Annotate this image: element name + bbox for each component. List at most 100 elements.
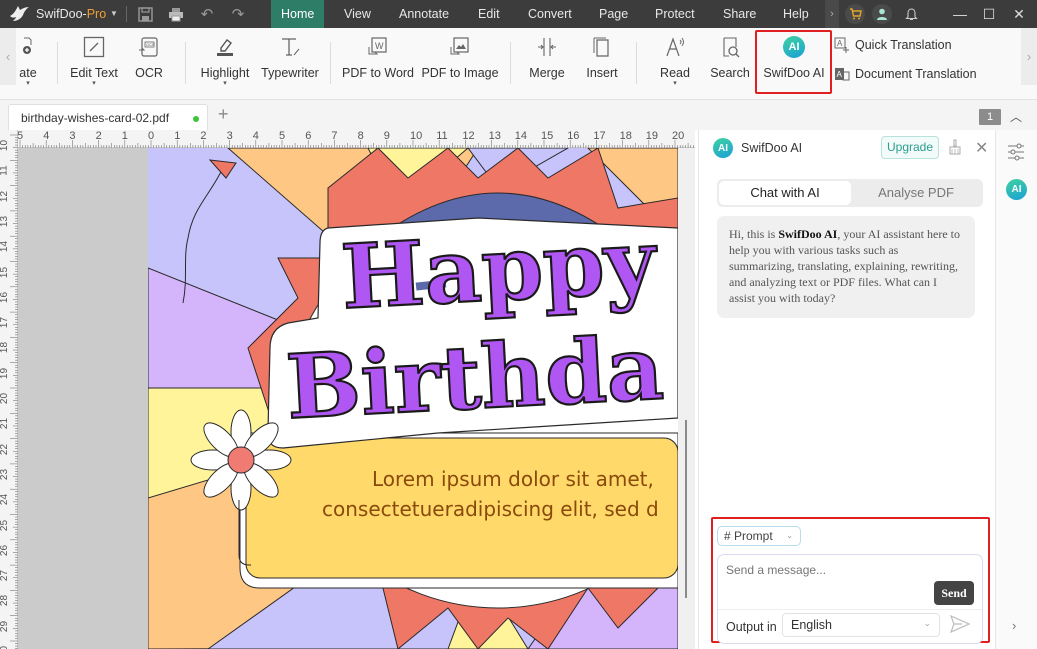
expand-chevron-right-icon[interactable]: › xyxy=(1012,618,1016,633)
menu-tab-edit[interactable]: Edit xyxy=(468,0,510,28)
ribbon-merge-button[interactable]: Merge xyxy=(527,34,567,94)
ribbon-ocr-button[interactable]: OCR OCR xyxy=(130,34,168,94)
collapse-ribbon-chevron-up-icon[interactable]: ︿ xyxy=(1010,108,1022,125)
ruler-tick-label: 17 xyxy=(593,130,606,142)
menu-tab-annotate[interactable]: Annotate xyxy=(389,0,459,28)
search-icon xyxy=(717,34,743,60)
ribbon-edit-text-button[interactable]: Edit Text ▾ xyxy=(66,34,122,94)
save-icon[interactable] xyxy=(136,5,154,23)
ai-assistant-panel: AI SwifDoo AI Upgrade ✕ Chat with AI Ana… xyxy=(698,130,995,649)
more-tabs-chevron-icon[interactable]: › xyxy=(825,0,839,28)
minimize-icon[interactable]: — xyxy=(945,0,975,28)
menu-tab-help[interactable]: Help xyxy=(773,0,819,28)
quick-translation-button[interactable]: A Quick Translation xyxy=(834,35,952,55)
ruler-tick-label: 10 xyxy=(0,139,11,152)
tab-analyse-pdf[interactable]: Analyse PDF xyxy=(851,181,981,205)
ribbon-label: Insert xyxy=(586,66,618,80)
menu-tab-view[interactable]: View xyxy=(334,0,381,28)
menu-tab-convert[interactable]: Convert xyxy=(518,0,582,28)
ribbon-pdf-to-word-button[interactable]: W PDF to Word xyxy=(342,34,414,94)
close-window-icon[interactable]: ✕ xyxy=(1004,0,1034,28)
quick-translation-label: Quick Translation xyxy=(855,38,952,52)
birthday-card-artwork: Happy Birthda Lorem ipsum dolor sit amet… xyxy=(148,148,678,649)
ruler-tick-label: 3 xyxy=(226,130,233,142)
message-input[interactable] xyxy=(726,563,966,577)
ai-logo-text: AI xyxy=(783,36,805,58)
document-tab[interactable]: birthday-wishes-card-02.pdf xyxy=(8,104,208,130)
ruler-tick-label: 24 xyxy=(0,494,11,506)
prompt-dropdown[interactable]: # Prompt ⌄ xyxy=(717,526,801,546)
clear-chat-broom-icon[interactable] xyxy=(949,139,961,158)
page-number-badge: 1 xyxy=(979,109,1001,125)
user-avatar-icon[interactable] xyxy=(872,4,892,24)
ribbon-typewriter-button[interactable]: Typewriter xyxy=(261,34,319,94)
insert-page-icon xyxy=(589,34,615,60)
pdf-to-word-icon: W xyxy=(365,34,391,60)
ruler-tick-label: 28 xyxy=(0,595,11,607)
ribbon-scroll-left-icon[interactable]: ‹ xyxy=(0,28,16,85)
output-language-select[interactable]: English ⌄ xyxy=(782,613,940,637)
divider xyxy=(636,42,637,84)
document-translation-icon: A xyxy=(835,68,850,81)
bell-icon[interactable] xyxy=(901,4,921,24)
send-icon[interactable] xyxy=(949,614,971,636)
ocr-icon: OCR xyxy=(136,34,162,60)
divider xyxy=(57,42,58,84)
greeting-prefix: Hi, this is xyxy=(729,227,779,241)
menu-tab-protect[interactable]: Protect xyxy=(645,0,705,28)
ruler-tick-label: 7 xyxy=(331,130,338,142)
ribbon-create-button[interactable]: ate ▾ xyxy=(16,34,40,94)
ruler-tick-label: 20 xyxy=(672,130,685,142)
redo-icon[interactable]: ↷ xyxy=(229,5,247,23)
print-icon[interactable] xyxy=(167,5,185,23)
ruler-tick-label: 16 xyxy=(0,291,11,303)
settings-sliders-icon[interactable] xyxy=(1006,142,1026,165)
maximize-icon[interactable]: ☐ xyxy=(974,0,1004,28)
ribbon-pdf-to-image-button[interactable]: PDF to Image xyxy=(421,34,499,94)
headline-birthday: Birthda xyxy=(284,315,666,439)
body-text-line-1: Lorem ipsum dolor sit amet, xyxy=(372,467,654,491)
ribbon-label: OCR xyxy=(135,66,163,80)
dropdown-indicator: ▾ xyxy=(673,80,677,87)
cart-icon[interactable] xyxy=(845,4,865,24)
ruler-tick-label: 6 xyxy=(305,130,312,142)
ai-rail-icon[interactable]: AI xyxy=(1006,179,1027,200)
dropdown-indicator: ▾ xyxy=(92,80,96,87)
menu-tab-page[interactable]: Page xyxy=(589,0,638,28)
upgrade-button[interactable]: Upgrade xyxy=(881,136,939,159)
document-translation-label: Document Translation xyxy=(855,67,977,81)
unsaved-indicator-dot xyxy=(193,116,199,122)
vertical-scrollbar-thumb[interactable] xyxy=(685,420,687,598)
menu-tab-share[interactable]: Share xyxy=(713,0,766,28)
document-translation-button[interactable]: A Document Translation xyxy=(834,64,977,84)
ribbon-scroll-right-icon[interactable]: › xyxy=(1021,28,1037,85)
divider xyxy=(510,42,511,84)
ruler-tick-label: 15 xyxy=(0,266,11,278)
vertical-ruler: 10 11 12 13 14 15 16 17 18 19 20 21 22 23 24 25 26 27 28 29… xyxy=(0,130,18,649)
ruler-tick-label: 14 xyxy=(514,130,528,142)
ribbon-insert-button[interactable]: Insert xyxy=(584,34,620,94)
ribbon-create-label: ate xyxy=(19,66,37,80)
svg-text:W: W xyxy=(375,41,384,51)
ribbon-label: Typewriter xyxy=(261,66,319,80)
ribbon-label: PDF to Image xyxy=(421,66,499,80)
ruler-tick-label: 2 xyxy=(95,130,102,142)
ribbon-read-button[interactable]: Read ▾ xyxy=(658,34,692,94)
svg-text:A: A xyxy=(837,70,843,79)
ribbon-search-button[interactable]: Search xyxy=(710,34,750,94)
app-name[interactable]: SwifDoo-Pro xyxy=(36,7,106,21)
tab-chat-with-ai[interactable]: Chat with AI xyxy=(719,181,851,205)
typewriter-icon xyxy=(277,34,303,60)
ribbon-swifdoo-ai-button[interactable]: AI SwifDoo AI xyxy=(762,34,826,94)
horizontal-ruler: 543210123456789101112131415161718192021 xyxy=(0,130,695,148)
menu-tab-home[interactable]: Home xyxy=(271,0,325,28)
ai-icon: AI xyxy=(781,34,807,60)
add-tab-icon[interactable]: + xyxy=(218,104,229,124)
ruler-tick-label: 8 xyxy=(357,130,364,142)
ribbon-highlight-button[interactable]: Highlight ▾ xyxy=(198,34,252,94)
undo-icon[interactable]: ↶ xyxy=(198,5,216,23)
close-panel-icon[interactable]: ✕ xyxy=(975,138,988,158)
divider xyxy=(718,609,982,610)
ruler-tick-label: 19 xyxy=(645,130,659,142)
app-menu-caret-icon[interactable]: ▼ xyxy=(110,9,118,18)
